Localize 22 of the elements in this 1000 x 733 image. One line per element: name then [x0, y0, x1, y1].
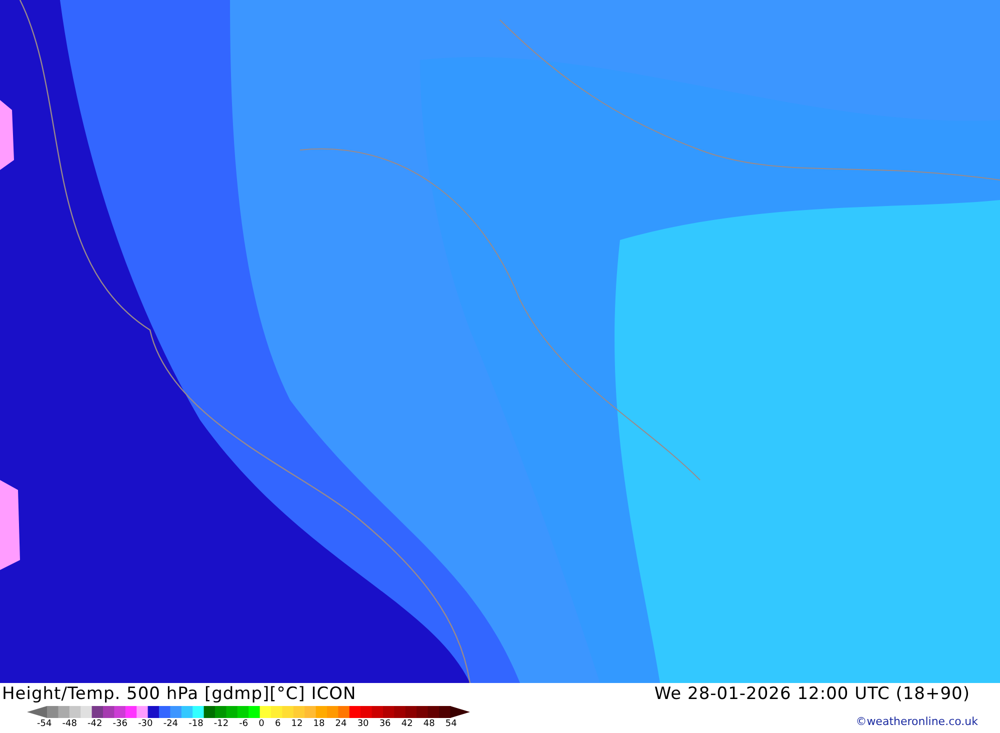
scale-label: -54: [37, 719, 52, 729]
scale-label: 54: [445, 719, 457, 729]
scale-label: -12: [214, 719, 229, 729]
scale-label: -6: [239, 719, 248, 729]
scale-label: 42: [401, 719, 413, 729]
scale-label: 12: [291, 719, 303, 729]
scale-label: 30: [357, 719, 369, 729]
scale-label: 48: [423, 719, 435, 729]
chart-title: Height/Temp. 500 hPa [gdmp][°C] ICON: [2, 684, 356, 704]
valid-time: We 28-01-2026 12:00 UTC (18+90): [654, 684, 970, 704]
scale-label: -48: [62, 719, 77, 729]
scale-label: -36: [112, 719, 128, 729]
scale-label: -24: [163, 719, 178, 729]
credit-link[interactable]: ©weatheronline.co.uk: [856, 715, 978, 728]
scale-label: -30: [138, 719, 153, 729]
scale-label: 6: [274, 719, 281, 729]
scale-label: 24: [335, 719, 347, 729]
scale-label: -42: [88, 719, 102, 729]
scale-label: 0: [258, 719, 264, 729]
scale-label: -18: [188, 719, 204, 729]
scale-label: 18: [313, 719, 325, 729]
scale-label: 36: [379, 719, 391, 729]
